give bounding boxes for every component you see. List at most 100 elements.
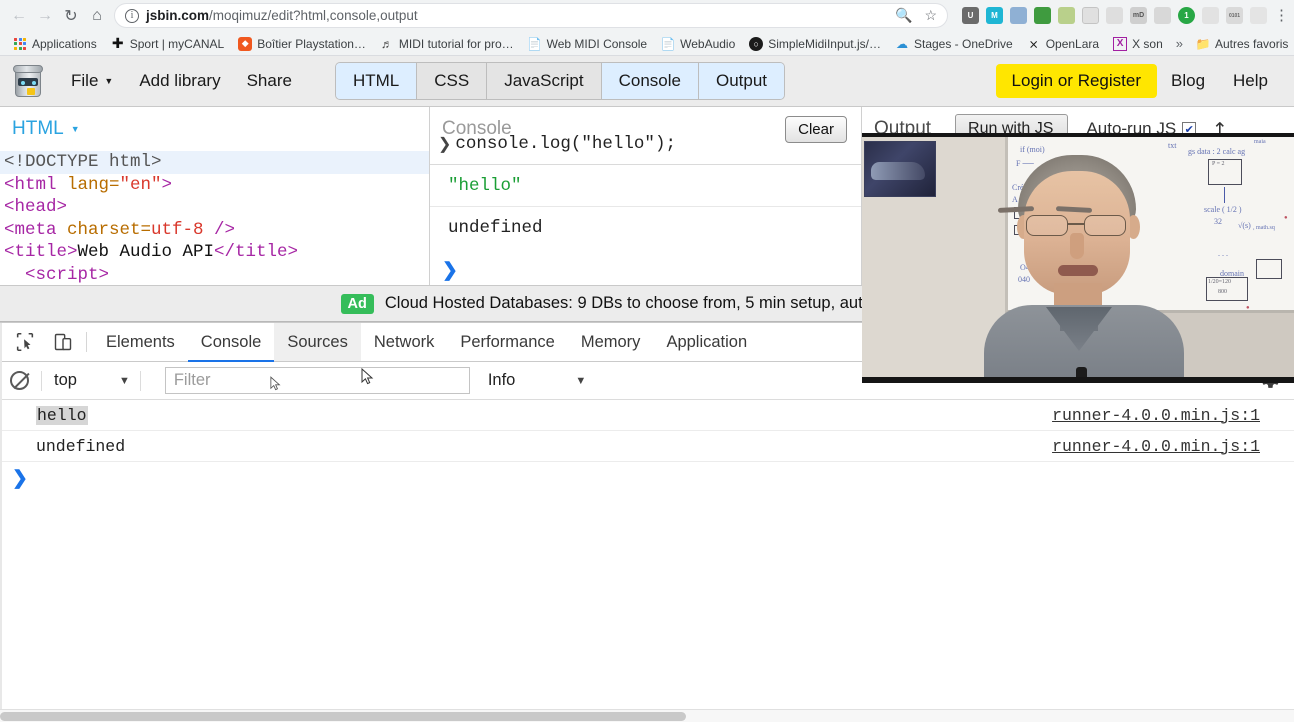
md-extension[interactable]: mD [1130, 7, 1147, 24]
info-icon[interactable]: i [125, 8, 139, 23]
tab-output[interactable]: Output [698, 63, 785, 99]
browser-nav-row: ← → ↻ ⌂ i jsbin.com/moqimuz/edit?html,co… [0, 0, 1294, 31]
blog-link[interactable]: Blog [1157, 71, 1219, 91]
html-panel-title: HTML ▼ [12, 118, 80, 140]
jsbin-robot-logo[interactable] [12, 64, 44, 98]
sheets-extension[interactable] [1058, 7, 1075, 24]
bookmark-boitier-playstation[interactable]: ◆ Boîtier Playstation… [231, 33, 373, 54]
mouse-cursor-secondary [270, 376, 282, 396]
cube-extension[interactable] [1082, 7, 1099, 24]
url-text: jsbin.com/moqimuz/edit?html,console,outp… [146, 8, 418, 23]
bookmark-star-icon[interactable]: ☆ [924, 7, 937, 24]
html-panel-label: HTML [12, 118, 64, 139]
jsbin-panel-tabs: HTML CSS JavaScript Console Output [334, 62, 786, 100]
help-link[interactable]: Help [1219, 71, 1282, 91]
bookmark-label: SimpleMidiInput.js/… [768, 36, 881, 51]
triangle-down-icon: ▼ [575, 374, 587, 387]
bookmark-webaudio[interactable]: 📄 WebAudio [654, 33, 742, 54]
wrench-extension[interactable] [1106, 7, 1123, 24]
triangle-down-icon: ▼ [118, 374, 130, 387]
code-line: <meta charset=utf-8 /> [4, 219, 236, 240]
bookmark-other-favorites[interactable]: 📁 Autres favoris [1189, 33, 1294, 54]
devtools-console-log: hello runner-4.0.0.min.js:1 undefined ru… [0, 400, 1294, 494]
page-icon: 📄 [527, 36, 543, 51]
ublock-origin-extension[interactable]: U [962, 7, 979, 24]
tab-console[interactable]: Console [601, 63, 699, 99]
devtools-tab-elements[interactable]: Elements [93, 323, 188, 361]
clear-console-button[interactable]: Clear [785, 116, 847, 143]
jsbin-console-rows: ❯ console.log("hello"); "hello" undefine… [430, 123, 861, 285]
reload-icon[interactable]: ↻ [58, 3, 84, 29]
bookmark-sport-mycanal[interactable]: ✚ Sport | myCANAL [104, 33, 231, 54]
devtools-tab-network[interactable]: Network [361, 323, 448, 361]
bookmarks-overflow-button[interactable]: » [1170, 36, 1189, 51]
back-arrow-icon[interactable]: ← [6, 3, 32, 29]
page-icon: 📄 [660, 36, 676, 51]
console-log-source[interactable]: runner-4.0.0.min.js:1 [1052, 437, 1260, 456]
arrow-extension[interactable] [1250, 7, 1267, 24]
frog-extension[interactable] [1034, 7, 1051, 24]
green-badge-extension[interactable]: 1 [1178, 7, 1195, 24]
no-entry-clear-icon[interactable] [10, 371, 29, 390]
inspect-element-icon[interactable] [6, 323, 44, 361]
bookmark-label: MIDI tutorial for pro… [398, 36, 514, 51]
bookmark-simplemidiinput[interactable]: ○ SimpleMidiInput.js/… [742, 33, 888, 54]
bookmark-label: Boîtier Playstation… [257, 36, 366, 51]
atom-extension[interactable] [1202, 7, 1219, 24]
bookmark-openlara[interactable]: ⨯ OpenLara [1020, 33, 1106, 54]
kebab-menu-icon[interactable]: ⋮ [1274, 8, 1289, 23]
cast-extension[interactable] [1154, 7, 1171, 24]
devtools-console-input[interactable]: ❯ [0, 462, 1294, 494]
bookmark-midi-tutorial[interactable]: ♬ MIDI tutorial for pro… [373, 33, 521, 54]
device-toolbar-icon[interactable] [44, 323, 82, 361]
momentum-extension[interactable]: M [986, 7, 1003, 24]
bookmark-applications[interactable]: Applications [6, 33, 104, 54]
chevron-down-icon: ▼ [70, 124, 80, 134]
console-level-selector[interactable]: Info ▼ [488, 371, 586, 390]
console-log-source[interactable]: runner-4.0.0.min.js:1 [1052, 406, 1260, 425]
console-log-message: undefined [36, 436, 126, 456]
file-menu[interactable]: File ▼ [58, 71, 126, 91]
bookmark-label: WebAudio [680, 36, 736, 51]
scrollbar-thumb[interactable] [0, 712, 686, 721]
devtools-tab-performance[interactable]: Performance [447, 323, 567, 361]
ad-badge: Ad [340, 293, 374, 314]
folder-icon: 📁 [1195, 36, 1211, 51]
html-code-editor[interactable]: <!DOCTYPE html> <html lang="en"> <head> … [0, 151, 429, 285]
horizontal-scrollbar[interactable] [0, 709, 1294, 722]
home-icon[interactable]: ⌂ [84, 3, 110, 29]
add-library-button[interactable]: Add library [126, 71, 233, 91]
binary-extension[interactable]: 0101 [1226, 7, 1243, 24]
console-log-row[interactable]: hello runner-4.0.0.min.js:1 [0, 400, 1294, 431]
browser-chrome: ← → ↻ ⌂ i jsbin.com/moqimuz/edit?html,co… [0, 0, 1294, 56]
address-bar[interactable]: i jsbin.com/moqimuz/edit?html,console,ou… [114, 3, 948, 28]
share-button[interactable]: Share [234, 71, 305, 91]
devtools-tab-application[interactable]: Application [653, 323, 760, 361]
bookmark-x-son[interactable]: X X son [1106, 33, 1170, 54]
console-log-row[interactable]: undefined runner-4.0.0.min.js:1 [0, 431, 1294, 462]
webcam-scene: if (moi) F ── Créati A ces à U O4 32 040… [862, 137, 1294, 383]
console-context-selector[interactable]: top ▼ [54, 371, 130, 390]
orange-box-icon: ◆ [238, 36, 253, 51]
login-or-register-button[interactable]: Login or Register [995, 64, 1157, 98]
devtools-tab-memory[interactable]: Memory [568, 323, 654, 361]
purple-x-icon: X [1113, 36, 1128, 51]
forward-arrow-icon[interactable]: → [32, 3, 58, 29]
tab-css[interactable]: CSS [417, 63, 488, 99]
search-zoom-icon[interactable]: 🔍 [895, 7, 912, 24]
tab-html[interactable]: HTML [335, 63, 418, 99]
tab-javascript[interactable]: JavaScript [487, 63, 602, 99]
screen-root: ← → ↻ ⌂ i jsbin.com/moqimuz/edit?html,co… [0, 0, 1294, 722]
bookmark-web-midi-console[interactable]: 📄 Web MIDI Console [521, 33, 654, 54]
bookmark-label: Applications [32, 36, 97, 51]
pocket-extension[interactable] [1010, 7, 1027, 24]
bookmarks-bar: Applications ✚ Sport | myCANAL ◆ Boîtier… [0, 31, 1294, 56]
webcam-video-overlay[interactable]: if (moi) F ── Créati A ces à U O4 32 040… [862, 133, 1294, 383]
devtools-tab-console[interactable]: Console [187, 323, 275, 362]
devtools-tab-sources[interactable]: Sources [274, 323, 361, 361]
bookmark-stages-onedrive[interactable]: ☁ Stages - OneDrive [888, 33, 1020, 54]
console-filter-input[interactable]: Filter [164, 367, 470, 394]
jsbin-console-panel: Console Clear ❯ console.log("hello"); "h… [430, 107, 862, 285]
console-entry-text: console.log("hello"); [455, 133, 676, 154]
apps-grid-icon [13, 37, 27, 51]
